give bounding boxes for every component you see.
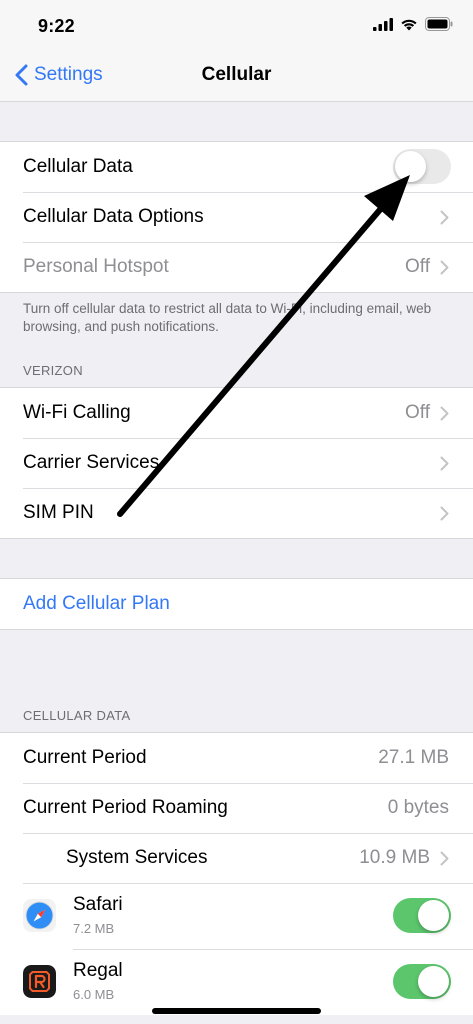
- current-period-roaming-label: Current Period Roaming: [23, 797, 228, 818]
- system-services-value: 10.9 MB: [359, 847, 430, 868]
- status-icons: [373, 17, 453, 31]
- cellular-settings-group: Cellular Data Cellular Data Options Pers…: [0, 141, 473, 293]
- battery-icon: [425, 17, 453, 31]
- row-accessory: Off: [405, 242, 449, 292]
- row-accessory: 27.1 MB: [378, 733, 449, 783]
- add-cellular-plan-link[interactable]: Add Cellular Plan: [23, 593, 170, 615]
- cellular-data-options-label: Cellular Data Options: [23, 206, 204, 227]
- status-bar: 9:22: [0, 0, 473, 50]
- carrier-services-row[interactable]: Carrier Services: [0, 438, 473, 488]
- row-accessory: 10.9 MB: [359, 833, 449, 883]
- regal-cellular-toggle[interactable]: [393, 964, 451, 999]
- chevron-right-icon: [440, 260, 449, 274]
- current-period-row: Current Period 27.1 MB: [0, 733, 473, 783]
- personal-hotspot-value: Off: [405, 256, 430, 277]
- safari-cellular-toggle[interactable]: [393, 898, 451, 933]
- system-services-label: System Services: [66, 847, 208, 868]
- carrier-section-header: VERIZON: [23, 363, 83, 378]
- row-accessory: [440, 488, 449, 538]
- cellular-data-label: Cellular Data: [23, 156, 133, 177]
- navigation-bar: Settings Cellular: [0, 50, 473, 102]
- add-plan-group: Add Cellular Plan: [0, 578, 473, 630]
- home-indicator[interactable]: [152, 1008, 321, 1014]
- toggle-knob: [418, 966, 449, 997]
- wifi-icon: [401, 19, 417, 30]
- chevron-right-icon: [440, 210, 449, 224]
- wifi-calling-value: Off: [405, 402, 430, 423]
- app-data-size: 7.2 MB: [73, 921, 115, 936]
- usage-section-header: CELLULAR DATA: [23, 708, 131, 723]
- cellular-signal-icon: [373, 17, 393, 31]
- wifi-calling-row[interactable]: Wi-Fi Calling Off: [0, 388, 473, 438]
- row-accessory: [440, 438, 449, 488]
- row-accessory: Off: [405, 388, 449, 438]
- cellular-data-options-row[interactable]: Cellular Data Options: [0, 192, 473, 242]
- app-name: Regal: [73, 960, 123, 981]
- app-data-size: 6.0 MB: [73, 987, 115, 1002]
- personal-hotspot-row[interactable]: Personal Hotspot Off: [0, 242, 473, 292]
- chevron-right-icon: [440, 456, 449, 470]
- app-row-regal: Regal 6.0 MB: [0, 949, 473, 1015]
- chevron-right-icon: [440, 506, 449, 520]
- current-period-label: Current Period: [23, 747, 147, 768]
- current-period-value: 27.1 MB: [378, 747, 449, 768]
- cellular-data-footer-note: Turn off cellular data to restrict all d…: [23, 301, 432, 334]
- usage-group: Current Period 27.1 MB Current Period Ro…: [0, 732, 473, 1015]
- app-row-safari: Safari 7.2 MB: [0, 883, 473, 949]
- page-title: Cellular: [201, 64, 272, 85]
- sim-pin-row[interactable]: SIM PIN: [0, 488, 473, 538]
- toggle-knob: [395, 151, 426, 182]
- app-name: Safari: [73, 894, 123, 915]
- row-accessory: 0 bytes: [388, 783, 449, 833]
- add-cellular-plan-row[interactable]: Add Cellular Plan: [0, 579, 473, 629]
- row-accessory: [440, 192, 449, 242]
- safari-compass-icon: [23, 899, 56, 932]
- carrier-group: Wi-Fi Calling Off Carrier Services SIM P…: [0, 387, 473, 539]
- cellular-data-row: Cellular Data: [0, 142, 473, 192]
- regal-logo-icon: [23, 965, 56, 998]
- personal-hotspot-label: Personal Hotspot: [23, 256, 169, 277]
- wifi-calling-label: Wi-Fi Calling: [23, 402, 131, 423]
- carrier-services-label: Carrier Services: [23, 452, 160, 473]
- current-period-roaming-value: 0 bytes: [387, 797, 449, 818]
- toggle-knob: [418, 900, 449, 931]
- current-period-roaming-row: Current Period Roaming 0 bytes: [0, 783, 473, 833]
- chevron-right-icon: [440, 406, 449, 420]
- cellular-data-toggle[interactable]: [393, 149, 451, 184]
- chevron-right-icon: [440, 851, 449, 865]
- sim-pin-label: SIM PIN: [23, 502, 94, 523]
- system-services-row[interactable]: System Services 10.9 MB: [0, 833, 473, 883]
- status-time: 9:22: [38, 16, 75, 36]
